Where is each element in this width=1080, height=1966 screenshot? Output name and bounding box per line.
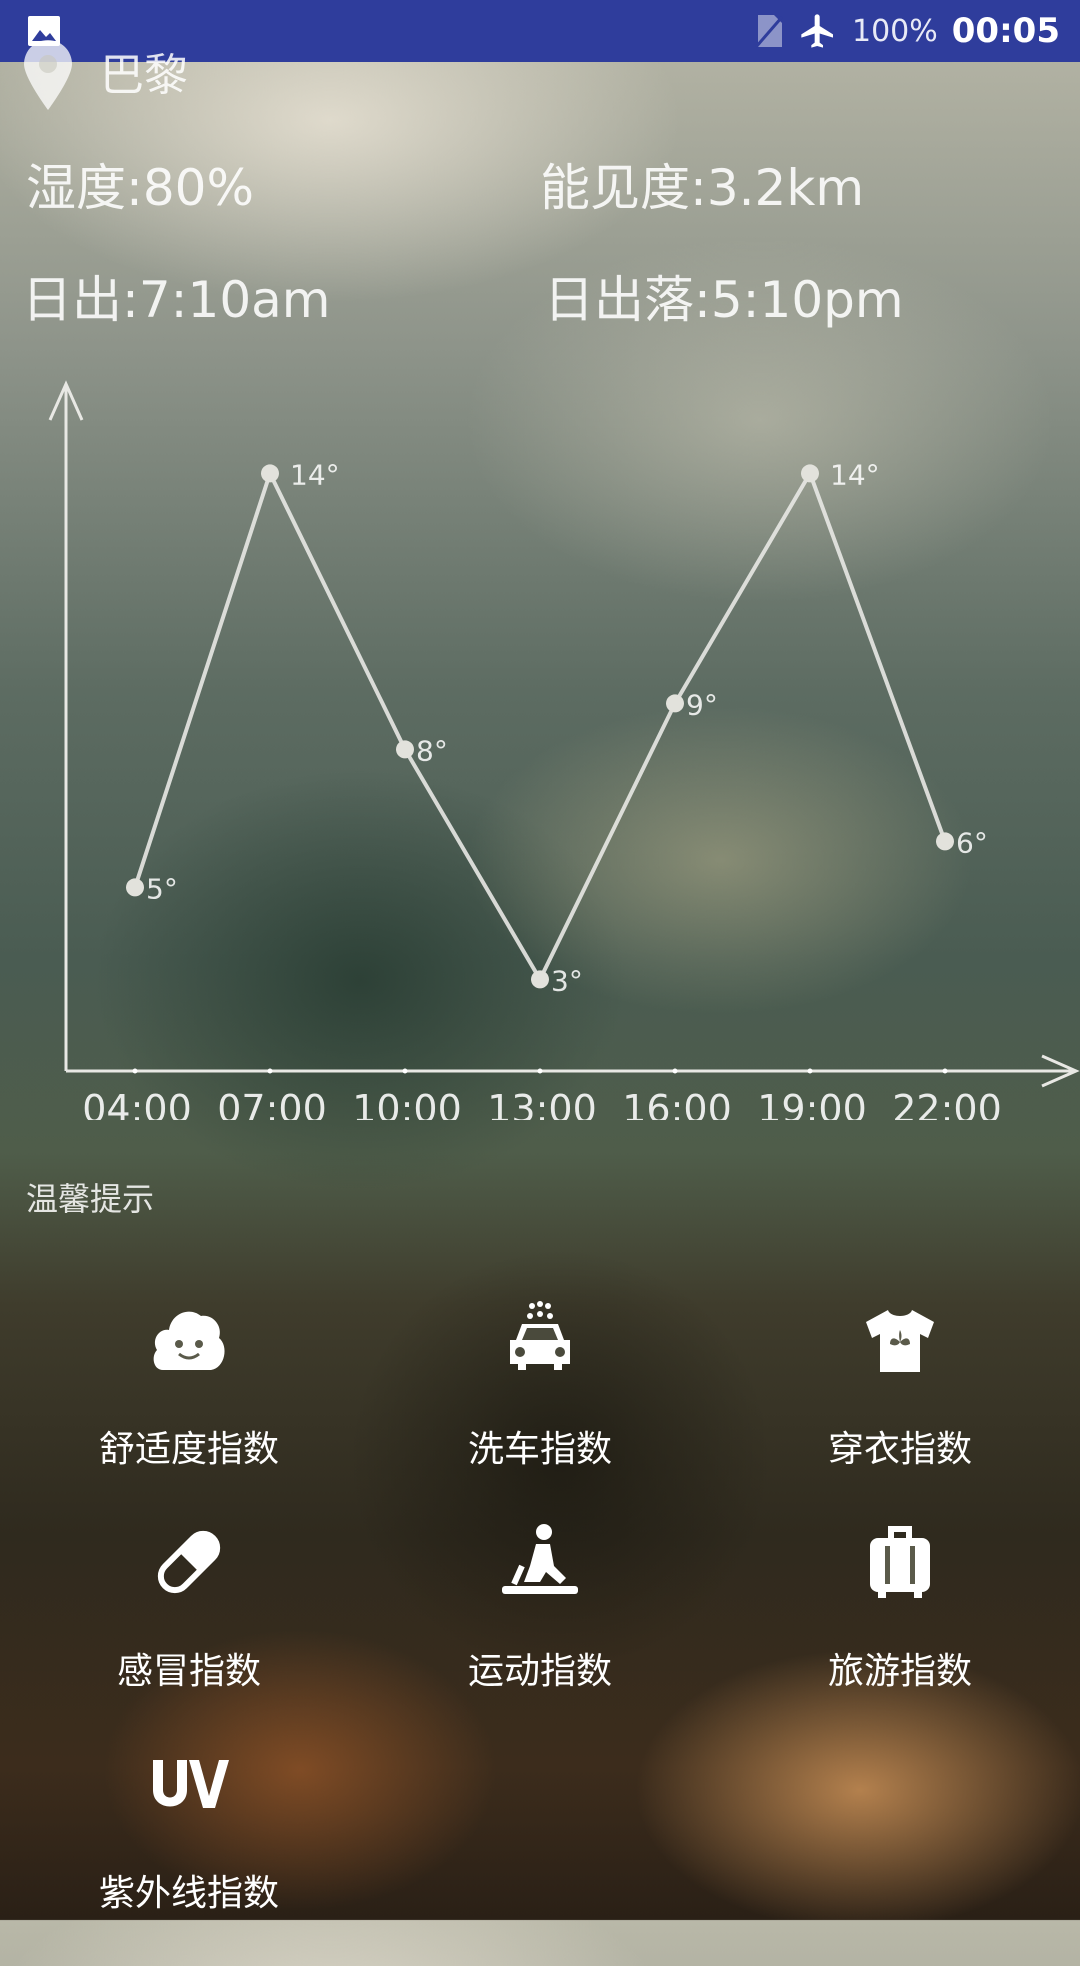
tips-title: 温馨提示 [26, 1180, 155, 1218]
x-tick-label: 10:00 [352, 1087, 462, 1120]
tip-label: 运动指数 [467, 1651, 612, 1692]
sunrise-text: 日出:7:10am [22, 271, 331, 329]
tip-label: 穿衣指数 [827, 1429, 972, 1470]
x-tick [267, 1068, 273, 1074]
shirt-icon [866, 1310, 934, 1372]
city-name: 巴黎 [100, 50, 188, 101]
pill-icon [157, 1530, 221, 1594]
tip-cold[interactable]: 感冒指数 [18, 1522, 360, 1744]
tip-label: 舒适度指数 [98, 1429, 279, 1470]
location-pin-icon [24, 40, 72, 110]
x-tick-label: 04:00 [82, 1087, 192, 1120]
comfort-face-icon [153, 1311, 225, 1370]
location: 巴黎 [22, 40, 188, 112]
data-point [396, 740, 414, 759]
visibility-text: 能见度:3.2km [540, 159, 865, 217]
tip-clothing[interactable]: 穿衣指数 [720, 1300, 1080, 1522]
temperature-line [133, 468, 947, 984]
tip-label: 感冒指数 [116, 1651, 261, 1692]
data-label: 9° [686, 688, 718, 721]
x-tick-label: 22:00 [892, 1087, 1002, 1120]
x-tick [537, 1068, 543, 1074]
x-tick [132, 1068, 138, 1074]
x-tick-label: 16:00 [622, 1087, 732, 1120]
x-tick [807, 1068, 813, 1074]
tip-car-wash[interactable]: 洗车指数 [360, 1300, 720, 1522]
clock: 00:05 [951, 11, 1060, 51]
tip-comfort[interactable]: 舒适度指数 [18, 1300, 360, 1522]
exercise-icon [502, 1524, 578, 1594]
data-label: 8° [416, 734, 448, 767]
airplane-mode-icon [801, 14, 833, 48]
data-label: 14° [290, 458, 340, 491]
data-point [531, 970, 549, 989]
data-point [261, 464, 279, 483]
luggage-icon [870, 1526, 930, 1598]
tip-label: 洗车指数 [467, 1429, 612, 1470]
uv-icon [153, 1760, 229, 1808]
tip-label: 紫外线指数 [98, 1873, 279, 1914]
x-tick [942, 1068, 948, 1074]
sunset-text: 日出落:5:10pm [544, 271, 904, 329]
x-tick-label: 07:00 [217, 1087, 327, 1120]
no-sim-icon [754, 15, 784, 48]
x-tick [402, 1068, 408, 1074]
tip-uv[interactable]: 紫外线指数 [18, 1744, 360, 1966]
x-tick [672, 1068, 678, 1074]
car-wash-icon [510, 1301, 570, 1370]
x-tick-label: 13:00 [487, 1087, 597, 1120]
tip-travel[interactable]: 旅游指数 [720, 1522, 1080, 1744]
tip-label: 旅游指数 [827, 1651, 972, 1692]
data-label: 6° [956, 826, 988, 859]
tip-sport[interactable]: 运动指数 [360, 1522, 720, 1744]
data-point [126, 878, 144, 897]
temperature-chart: 5° 04:00 14° 07:00 8° 10:00 3° 13:00 9° 16:00 14° 1… [48, 380, 1080, 1120]
data-point [936, 832, 954, 851]
humidity-text: 湿度:80% [26, 159, 254, 217]
data-point [801, 464, 819, 483]
data-label: 3° [551, 964, 583, 997]
battery-text: 100% [851, 13, 938, 49]
data-point [666, 694, 684, 713]
tips-grid: 舒适度指数 洗车指数 穿衣指数 感冒指数 运动指数 旅游指数 紫外线指数 [0, 1300, 1080, 1966]
data-label: 14° [830, 458, 880, 491]
data-label: 5° [146, 872, 178, 905]
x-tick-label: 19:00 [757, 1087, 867, 1120]
